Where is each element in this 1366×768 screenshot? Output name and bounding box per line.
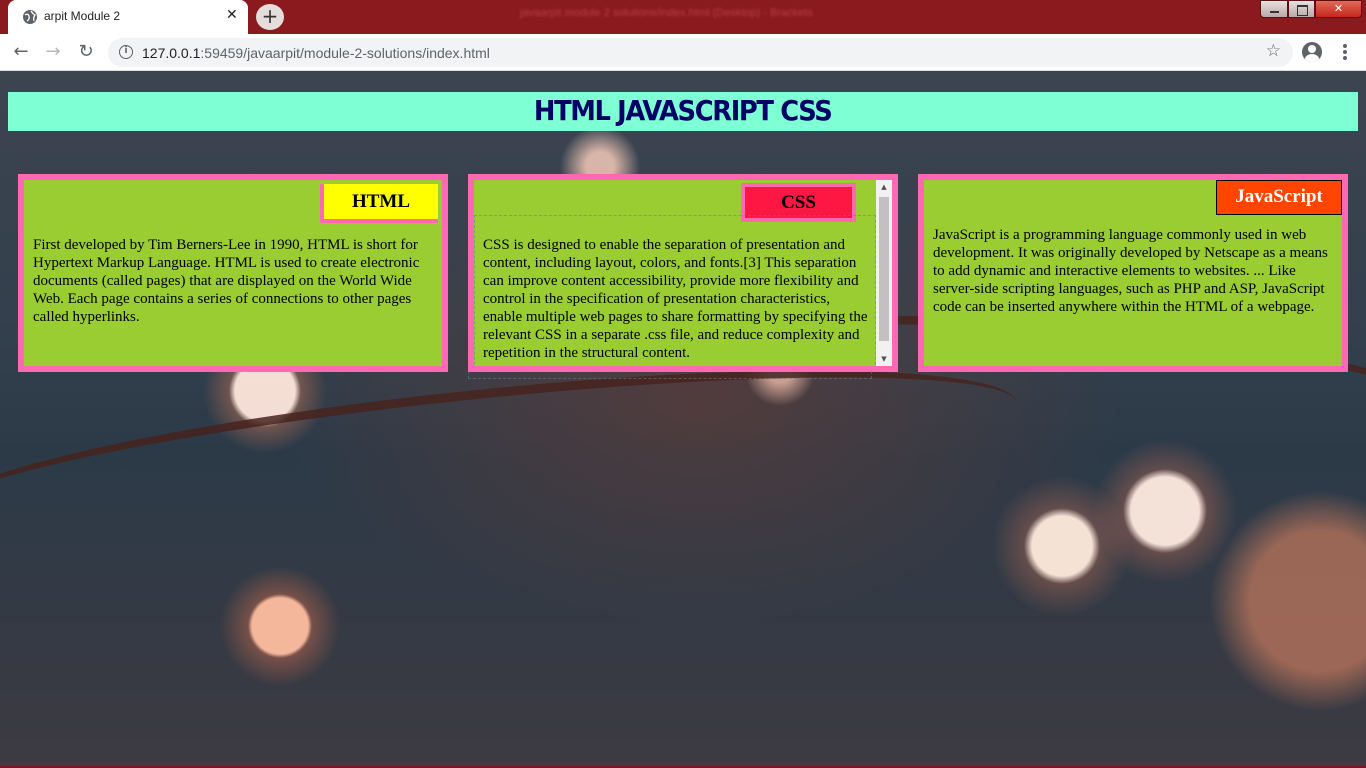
browser-titlebar: arpit Module 2 ✕ + javaarpit module 2 so… — [0, 0, 1366, 34]
css-card[interactable]: CSS CSS is designed to enable the separa… — [468, 174, 898, 372]
star-icon[interactable]: ☆ — [1266, 41, 1281, 61]
page-title-text: HTML JAVASCRIPT CSS — [534, 94, 833, 127]
html-card: HTML First developed by Tim Berners-Lee … — [18, 174, 448, 372]
window-close-button[interactable]: ✕ — [1315, 0, 1362, 18]
page-title: HTML JAVASCRIPT CSS — [8, 92, 1358, 131]
url-host: 127.0.0.1 — [142, 45, 201, 61]
browser-tab[interactable]: arpit Module 2 ✕ — [8, 0, 248, 34]
scroll-down-icon[interactable]: ▼ — [876, 352, 892, 366]
css-scroll-area[interactable]: CSS CSS is designed to enable the separa… — [474, 180, 876, 366]
javascript-card: JavaScript JavaScript is a programming l… — [918, 174, 1348, 372]
globe-icon — [23, 10, 37, 24]
css-description: CSS is designed to enable the separation… — [483, 237, 868, 361]
window-title: javaarpit module 2 solutions/index.html … — [520, 7, 813, 19]
address-bar[interactable]: i 127.0.0.1:59459/javaarpit/module-2-sol… — [108, 38, 1293, 67]
css-label: CSS — [741, 183, 856, 222]
javascript-description: JavaScript is a programming language com… — [933, 227, 1328, 315]
html-label: HTML — [320, 184, 438, 223]
close-icon[interactable]: ✕ — [226, 7, 238, 23]
scroll-up-icon[interactable]: ▲ — [876, 180, 892, 194]
tab-title: arpit Module 2 — [44, 9, 121, 23]
page-viewport: HTML JAVASCRIPT CSS HTML First developed… — [0, 71, 1366, 768]
arrow-right-icon[interactable]: → — [42, 41, 64, 63]
more-vertical-icon[interactable] — [1337, 42, 1353, 62]
browser-toolbar: ← → ↻ i 127.0.0.1:59459/javaarpit/module… — [0, 34, 1366, 71]
scrollbar[interactable]: ▲ ▼ — [876, 180, 892, 366]
url-path: :59459/javaarpit/module-2-solutions/inde… — [200, 45, 490, 61]
html-description: First developed by Tim Berners-Lee in 19… — [33, 237, 420, 325]
minimize-button[interactable] — [1260, 0, 1288, 18]
url-text[interactable]: 127.0.0.1:59459/javaarpit/module-2-solut… — [142, 45, 490, 61]
arrow-left-icon[interactable]: ← — [10, 41, 32, 63]
reload-icon[interactable]: ↻ — [75, 41, 97, 63]
javascript-label: JavaScript — [1216, 180, 1342, 215]
new-tab-button[interactable]: + — [256, 4, 284, 30]
scroll-thumb[interactable] — [879, 197, 889, 341]
maximize-button[interactable] — [1288, 0, 1315, 18]
account-icon[interactable] — [1302, 42, 1322, 62]
info-icon[interactable]: i — [119, 45, 133, 59]
